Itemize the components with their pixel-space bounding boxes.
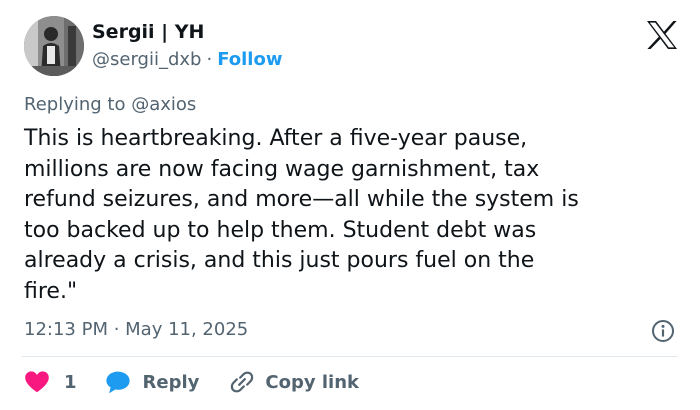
like-button[interactable]: 1 xyxy=(24,370,77,394)
avatar-photo xyxy=(24,16,84,76)
tweet-text: This is heartbreaking. After a five-year… xyxy=(24,126,579,304)
copy-link-label: Copy link xyxy=(265,371,359,393)
reply-label: Reply xyxy=(142,371,200,393)
separator-dot: · xyxy=(206,49,213,70)
reply-mention-link[interactable]: @axios xyxy=(131,94,196,115)
author-display-name[interactable]: Sergii | YH xyxy=(92,20,204,44)
follow-link[interactable]: Follow xyxy=(217,49,282,70)
heart-icon xyxy=(24,370,50,394)
tweet-actions-bar: 1 Reply Copy link xyxy=(24,368,359,396)
copy-link-button[interactable]: Copy link xyxy=(229,369,359,395)
reply-button[interactable]: Reply xyxy=(105,370,200,394)
info-icon[interactable] xyxy=(651,319,675,343)
embedded-tweet-card: Sergii | YH @sergii_dxb · Follow Replying … xyxy=(0,0,700,410)
author-handle-row: @sergii_dxb · Follow xyxy=(92,48,282,72)
speech-bubble-icon xyxy=(105,370,131,394)
link-icon xyxy=(229,369,255,395)
like-count: 1 xyxy=(64,371,77,393)
reply-context-prefix: Replying to xyxy=(24,94,126,115)
author-handle[interactable]: @sergii_dxb xyxy=(92,49,201,70)
reply-context: Replying to @axios xyxy=(24,93,196,117)
divider xyxy=(22,356,678,357)
avatar[interactable] xyxy=(24,16,84,76)
x-logo-icon[interactable] xyxy=(646,20,678,50)
tweet-timestamp[interactable]: 12:13 PM · May 11, 2025 xyxy=(24,318,248,342)
